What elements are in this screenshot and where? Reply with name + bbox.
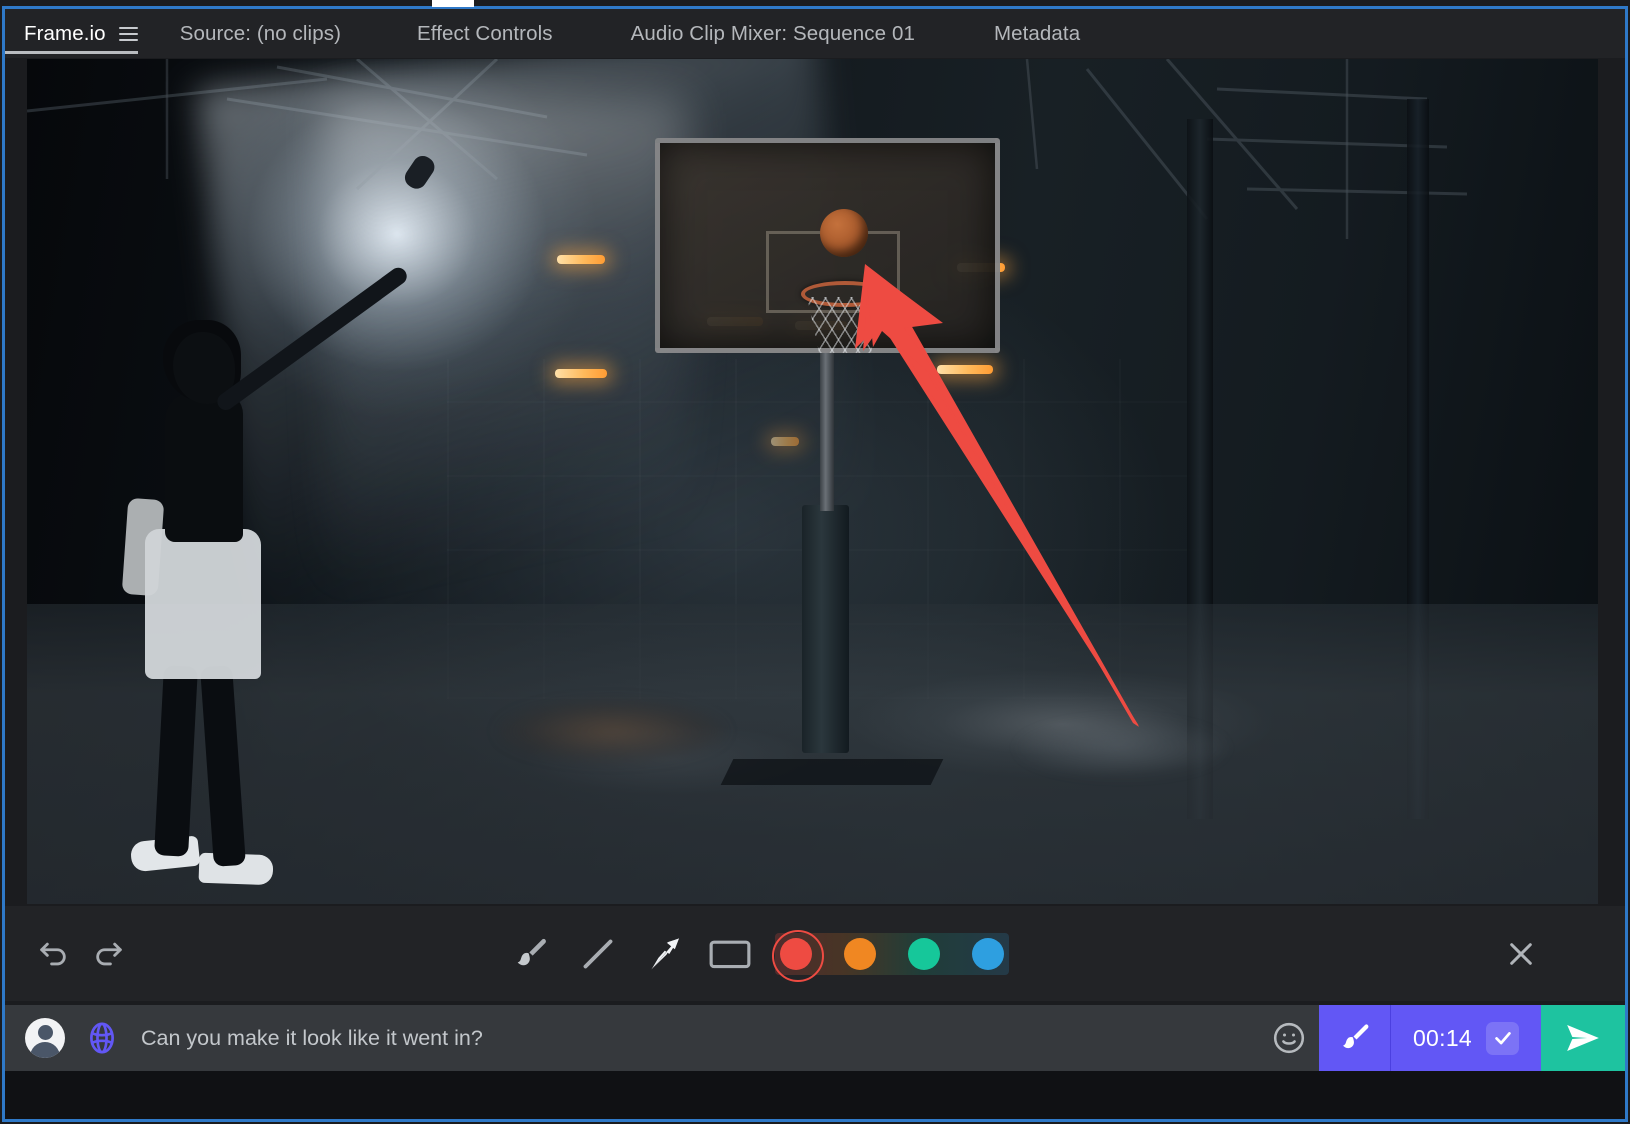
tab-source[interactable]: Source: (no clips)	[180, 9, 341, 58]
frameio-review-panel: Frame.io Source: (no clips) Effect Contr…	[0, 0, 1630, 1124]
basketball-player	[121, 152, 439, 904]
tab-frameio-label: Frame.io	[24, 21, 106, 45]
strip-light-5	[555, 369, 607, 378]
hoop-pole-pad	[802, 505, 849, 753]
strip-light-1	[557, 255, 605, 264]
basketball	[820, 209, 868, 257]
undo-icon[interactable]	[32, 933, 74, 975]
color-swatch-teal[interactable]	[903, 933, 945, 975]
hoop-base-mat	[720, 759, 944, 785]
emoji-picker-icon[interactable]	[1259, 1005, 1319, 1071]
color-swatch-red[interactable]	[772, 929, 824, 982]
tab-audio-clip-mixer-label: Audio Clip Mixer: Sequence 01	[630, 21, 915, 45]
player-leg-left	[154, 665, 198, 857]
active-tab-underline	[5, 51, 138, 54]
tab-metadata-label: Metadata	[993, 21, 1081, 45]
color-swatch-orange[interactable]	[839, 933, 881, 975]
color-dot-blue	[972, 937, 1004, 970]
panel-tab-bar: Frame.io Source: (no clips) Effect Contr…	[5, 9, 1625, 58]
annotation-toolbar	[5, 906, 1625, 1001]
globe-icon[interactable]	[85, 1021, 119, 1055]
hoop-net	[807, 297, 883, 353]
hamburger-menu-icon[interactable]	[118, 26, 138, 41]
floor-stain-right	[1017, 719, 1227, 777]
floor-stain-left	[497, 699, 727, 763]
player-leg-right	[200, 665, 246, 867]
redo-icon[interactable]	[88, 933, 130, 975]
color-dot-red	[780, 937, 812, 970]
close-icon[interactable]	[1499, 932, 1543, 976]
color-dot-orange	[844, 937, 876, 970]
avatar-head	[37, 1025, 53, 1040]
timecode-button[interactable]: 00:14	[1391, 1005, 1541, 1071]
timecode-label: 00:14	[1412, 1024, 1473, 1051]
window-drag-notch	[432, 0, 474, 7]
avatar-shoulders	[30, 1042, 60, 1058]
tab-audio-clip-mixer[interactable]: Audio Clip Mixer: Sequence 01	[631, 9, 915, 58]
player-sleeve	[121, 497, 165, 597]
video-viewer[interactable]	[27, 59, 1598, 904]
timecode-checkbox[interactable]	[1486, 1021, 1520, 1055]
line-icon[interactable]	[575, 931, 621, 977]
strip-light-7	[771, 437, 799, 446]
comment-bar: 00:14	[5, 1005, 1625, 1071]
paintbrush-icon[interactable]	[508, 931, 554, 977]
tab-effect-controls[interactable]: Effect Controls	[417, 9, 553, 58]
color-palette	[772, 929, 1009, 982]
draw-annotation-button[interactable]	[1319, 1005, 1391, 1071]
user-avatar[interactable]	[25, 1018, 65, 1058]
tab-metadata[interactable]: Metadata	[994, 9, 1080, 58]
strip-light-6	[937, 365, 993, 374]
bottom-strip	[5, 1071, 1625, 1119]
player-shorts	[145, 529, 261, 679]
color-swatch-blue[interactable]	[967, 933, 1009, 975]
send-button[interactable]	[1541, 1005, 1625, 1071]
color-dot-teal	[908, 937, 940, 970]
player-torso	[165, 392, 243, 542]
hoop-pole	[820, 351, 834, 511]
arrow-icon[interactable]	[641, 931, 687, 977]
tab-frameio[interactable]: Frame.io	[5, 9, 138, 58]
tab-effect-controls-label: Effect Controls	[417, 21, 553, 45]
tab-source-label: Source: (no clips)	[179, 21, 341, 45]
rectangle-icon[interactable]	[705, 931, 755, 977]
comment-input[interactable]	[141, 1025, 1259, 1051]
